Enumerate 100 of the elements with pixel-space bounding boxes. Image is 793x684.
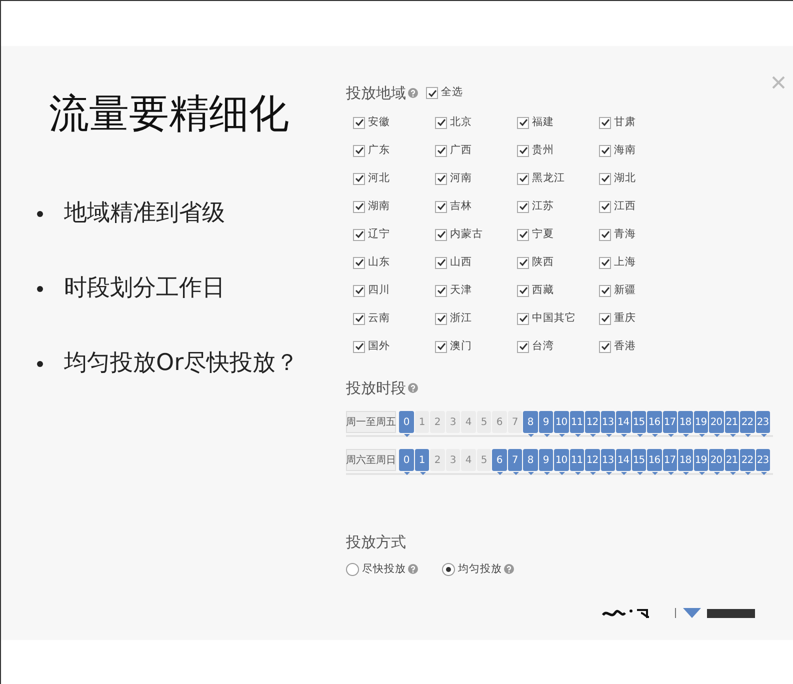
- checkbox-label: 陕西: [532, 254, 554, 270]
- checkbox-label: 广东: [368, 142, 390, 158]
- checkbox[interactable]: [353, 144, 365, 156]
- hour-toggle[interactable]: 4: [461, 411, 476, 433]
- checkbox-label: 国外: [368, 338, 390, 354]
- bullet-icon: [37, 210, 43, 216]
- checkbox-label: 福建: [532, 114, 554, 130]
- checkbox-label: 安徽: [368, 114, 390, 130]
- slide-title: 流量要精细化: [49, 94, 290, 134]
- checkbox-label: 河南: [450, 170, 472, 186]
- checkbox-label: 江苏: [532, 198, 554, 214]
- checkbox-label: 北京: [450, 114, 472, 130]
- checkbox[interactable]: [353, 284, 365, 296]
- checkbox[interactable]: [353, 256, 365, 268]
- checkbox-label: 西藏: [532, 282, 554, 298]
- checkbox[interactable]: [517, 228, 529, 240]
- checkbox[interactable]: [517, 116, 529, 128]
- checkbox-label: 云南: [368, 310, 390, 326]
- checkbox[interactable]: [353, 116, 365, 128]
- help-icon[interactable]: [408, 88, 418, 98]
- checkbox-label: 湖南: [368, 198, 390, 214]
- checkbox[interactable]: [517, 256, 529, 268]
- bullet-text: 时段划分工作日: [64, 274, 225, 304]
- hour-toggle[interactable]: 6: [492, 411, 506, 433]
- checkbox-label: 香港: [614, 338, 636, 354]
- checkbox-label: 重庆: [614, 310, 636, 326]
- hour-toggle[interactable]: 2: [430, 411, 444, 433]
- radio-label: 均匀投放: [458, 562, 502, 576]
- checkbox[interactable]: [353, 172, 365, 184]
- checkbox-label: 吉林: [450, 198, 472, 214]
- section-title: 投放时段: [346, 378, 406, 398]
- checkbox[interactable]: [353, 340, 365, 352]
- checkbox[interactable]: [517, 172, 529, 184]
- checkbox[interactable]: [599, 340, 611, 352]
- checkbox[interactable]: [353, 312, 365, 324]
- checkbox[interactable]: [435, 228, 447, 240]
- hour-toggle[interactable]: 4: [461, 449, 476, 471]
- checkbox[interactable]: [517, 312, 529, 324]
- checkbox[interactable]: [599, 256, 611, 268]
- checkbox-label: 山东: [368, 254, 390, 270]
- section-title: 投放地域: [346, 83, 406, 104]
- radio-button[interactable]: [442, 562, 455, 576]
- checkbox[interactable]: [435, 312, 447, 324]
- bullet-icon: [37, 286, 43, 292]
- checkbox-label: 江西: [614, 198, 636, 214]
- checkbox[interactable]: [435, 340, 447, 352]
- hour-toggle[interactable]: 5: [476, 411, 491, 433]
- help-icon[interactable]: [408, 382, 418, 393]
- checkbox-label: 河北: [368, 170, 390, 186]
- checkbox-label: 广西: [450, 142, 472, 158]
- checkbox[interactable]: [599, 284, 611, 296]
- bullet-text: 均匀投放Or尽快投放？: [64, 349, 299, 378]
- checkbox-label: 海南: [614, 142, 636, 158]
- checkbox[interactable]: [435, 116, 447, 128]
- hour-toggle[interactable]: 3: [446, 449, 460, 471]
- checkbox[interactable]: [435, 172, 447, 184]
- checkbox[interactable]: [599, 200, 611, 212]
- checkbox[interactable]: [599, 144, 611, 156]
- checkbox[interactable]: [353, 228, 365, 240]
- checkbox[interactable]: [517, 144, 529, 156]
- checkbox[interactable]: [435, 200, 447, 212]
- checkbox[interactable]: [426, 87, 438, 100]
- checkbox-label: 中国其它: [532, 310, 576, 326]
- checkbox[interactable]: [599, 228, 611, 240]
- checkbox[interactable]: [517, 200, 529, 212]
- checkbox[interactable]: [435, 284, 447, 296]
- checkbox-label: 天津: [450, 282, 472, 298]
- checkbox-label: 澳门: [450, 338, 472, 354]
- checkbox[interactable]: [517, 340, 529, 352]
- radio-label: 尽快投放: [362, 562, 406, 576]
- help-icon[interactable]: [504, 564, 514, 574]
- checkbox[interactable]: [435, 256, 447, 268]
- hour-toggle[interactable]: 3: [446, 411, 460, 433]
- radio-button[interactable]: [346, 562, 359, 576]
- checkbox[interactable]: [435, 144, 447, 156]
- checkbox[interactable]: [599, 312, 611, 324]
- hour-toggle[interactable]: 2: [430, 449, 444, 471]
- checkbox-label: 全选: [441, 85, 463, 100]
- bullet-text: 地域精准到省级: [64, 199, 225, 228]
- day-label: 周六至周日: [346, 449, 396, 471]
- section-title: 投放方式: [346, 532, 407, 553]
- bullet-icon: [37, 360, 43, 366]
- checkbox-label: 四川: [368, 282, 390, 298]
- hour-toggle[interactable]: 1: [414, 411, 429, 433]
- day-label: 周一至周五: [346, 411, 396, 433]
- checkbox-label: 贵州: [532, 142, 554, 158]
- checkbox-label: 青海: [614, 226, 636, 242]
- checkbox-label: 黑龙江: [532, 170, 565, 186]
- checkbox[interactable]: [517, 284, 529, 296]
- checkbox[interactable]: [599, 116, 611, 128]
- checkbox-label: 台湾: [532, 338, 554, 354]
- checkbox-label: 新疆: [614, 282, 636, 298]
- checkbox-label: 内蒙古: [450, 226, 483, 242]
- help-icon[interactable]: [408, 564, 418, 574]
- hour-toggle[interactable]: 5: [476, 449, 491, 471]
- checkbox[interactable]: [353, 200, 365, 212]
- checkbox-label: 辽宁: [368, 226, 390, 242]
- checkbox-label: 上海: [614, 254, 636, 270]
- checkbox[interactable]: [599, 172, 611, 184]
- hour-toggle[interactable]: 7: [508, 411, 522, 433]
